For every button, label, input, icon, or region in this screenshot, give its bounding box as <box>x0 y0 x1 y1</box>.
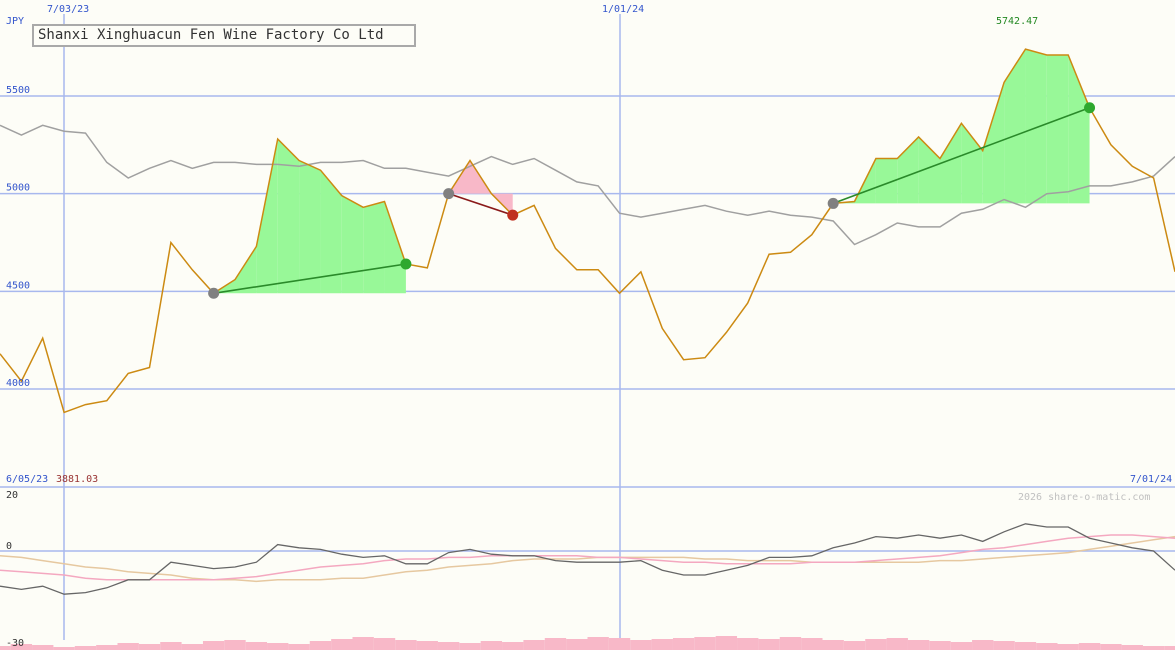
volume-bar <box>1164 646 1175 650</box>
stock-chart: JPY 7/03/23 1/01/24 5742.47 6/05/23 3881… <box>0 0 1175 650</box>
watermark: 2026 share-o-matic.com <box>1018 492 1150 503</box>
volume-bar <box>309 641 332 650</box>
volume-bar <box>651 639 673 650</box>
volume-bar <box>117 643 139 650</box>
volume-bar <box>993 641 1015 650</box>
chart-title: Shanxi Xinghuacun Fen Wine Factory Co Lt… <box>32 24 416 47</box>
volume-bar <box>416 641 438 650</box>
volume-bar <box>758 639 780 650</box>
range-start-label: 6/05/23 <box>6 474 48 485</box>
y-tick-label: 4500 <box>6 280 30 291</box>
volume-bar <box>587 637 609 650</box>
trade-exit-marker <box>507 209 519 221</box>
x-tick-label-jul23: 7/03/23 <box>47 4 89 15</box>
volume-bar <box>1014 642 1037 650</box>
volume-bar <box>202 641 225 650</box>
volume-bar <box>480 641 503 650</box>
volume-bar <box>544 638 567 650</box>
range-end-label: 7/01/24 <box>1130 474 1172 485</box>
max-price-label: 5742.47 <box>996 16 1038 27</box>
oscillator-tick-label: -30 <box>6 638 24 649</box>
volume-bar <box>630 640 652 650</box>
trade-fill-segment <box>363 201 385 294</box>
volume-bar <box>608 638 631 650</box>
trade-exit-marker <box>1084 102 1096 114</box>
volume-bar <box>1036 643 1058 650</box>
volume-bar <box>1057 644 1079 650</box>
x-tick-label-jan24: 1/01/24 <box>602 4 644 15</box>
volume-bar <box>224 640 246 650</box>
oscillator-tick-label: 0 <box>6 541 12 552</box>
volume-bar <box>160 642 182 650</box>
volume-bar <box>459 643 481 650</box>
currency-label: JPY <box>6 16 24 27</box>
y-tick-label: 5500 <box>6 85 30 96</box>
volume-bar <box>950 642 973 650</box>
volume-bar <box>373 638 396 650</box>
volume-bar <box>715 636 738 650</box>
volume-bar <box>929 641 951 650</box>
volume-bar <box>907 640 930 650</box>
trade-fill-segment <box>341 195 364 294</box>
volume-bar <box>972 640 994 650</box>
volume-bar <box>74 646 97 650</box>
volume-bar <box>843 641 866 650</box>
volume-bar <box>523 640 545 650</box>
volume-bar <box>822 640 844 650</box>
volume-bar <box>779 637 802 650</box>
volume-bar <box>288 644 310 650</box>
volume-bar <box>502 642 524 650</box>
trade-fill-segment <box>1025 49 1047 204</box>
min-price-label: 3881.03 <box>56 474 98 485</box>
trade-entry-marker <box>208 287 220 299</box>
trade-fill-segment <box>299 160 321 294</box>
volume-bar <box>566 639 588 650</box>
trade-entry-marker <box>443 188 455 200</box>
volume-bar <box>138 644 161 650</box>
volume-bar <box>437 642 460 650</box>
volume-bar <box>395 640 417 650</box>
volume-bar <box>32 645 54 650</box>
volume-bar <box>245 642 268 650</box>
volume-bar <box>737 638 759 650</box>
volume-bar <box>1100 644 1122 650</box>
volume-bar <box>331 639 353 650</box>
volume-bar <box>96 645 118 650</box>
y-tick-label: 5000 <box>6 183 30 194</box>
volume-bar <box>865 639 887 650</box>
trade-entry-marker <box>827 197 839 209</box>
oscillator-tick-label: 20 <box>6 490 18 501</box>
volume-bar <box>886 638 908 650</box>
trade-exit-marker <box>400 258 412 270</box>
volume-bar <box>672 638 695 650</box>
volume-bar <box>181 644 203 650</box>
trade-fill-segment <box>1046 54 1069 204</box>
volume-bar <box>694 637 716 650</box>
volume-bar <box>1078 643 1101 650</box>
volume-bar <box>801 638 823 650</box>
volume-bar <box>1121 645 1143 650</box>
trade-fill-segment <box>277 138 300 294</box>
y-tick-label: 4000 <box>6 378 30 389</box>
volume-bar <box>267 643 289 650</box>
volume-bar <box>1142 646 1165 650</box>
volume-bar <box>352 637 374 650</box>
